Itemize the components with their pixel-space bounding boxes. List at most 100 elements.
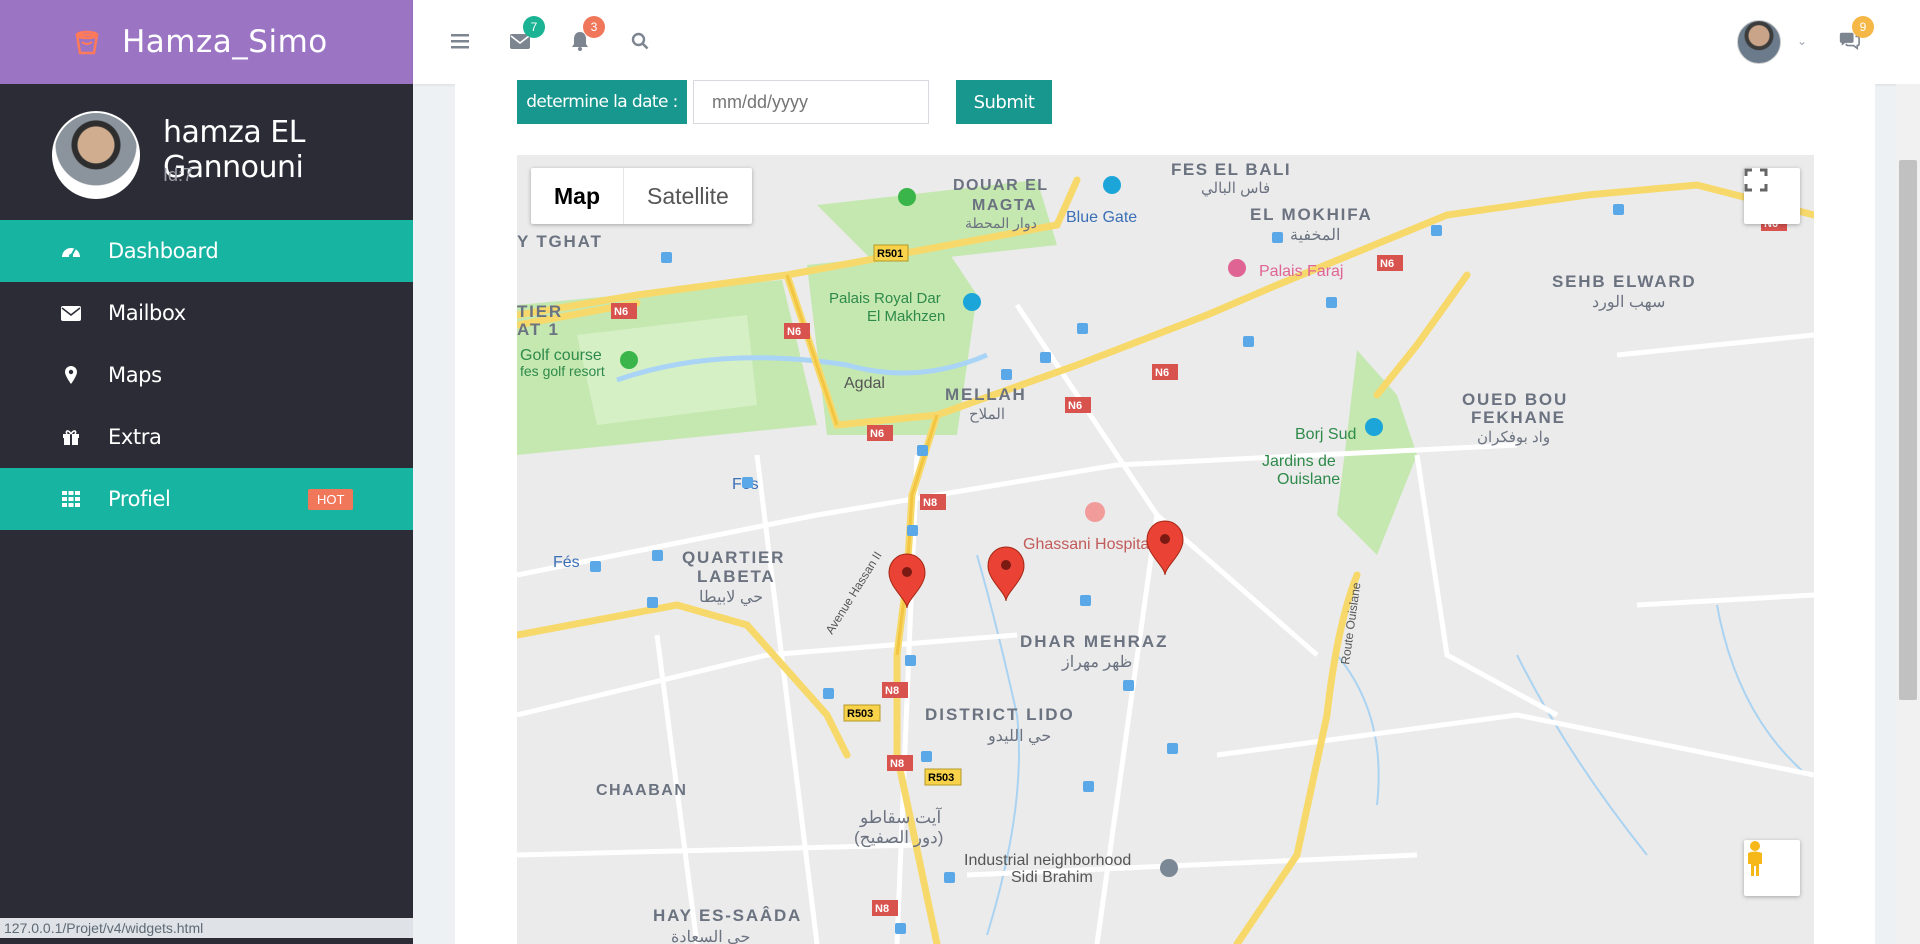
place-label: حي لابيطا	[699, 589, 763, 606]
place-label: واد بوفكران	[1477, 429, 1550, 446]
status-url: 127.0.0.1/Projet/v4/widgets.html	[0, 918, 413, 938]
place-label: fes golf resort	[520, 363, 605, 379]
road-label: N6	[787, 326, 801, 338]
user-avatar[interactable]	[1737, 20, 1781, 64]
place-label: فاس البالي	[1201, 180, 1270, 197]
place-label: QUARTIER	[682, 548, 785, 567]
place-label: آيت سقاطو	[859, 806, 942, 828]
road-label: N6	[1380, 258, 1394, 270]
hot-badge: HOT	[308, 489, 354, 510]
place-label: LABETA	[697, 567, 775, 586]
road-label: N6	[870, 428, 884, 440]
road-label: R503	[847, 708, 873, 720]
map-pin-icon	[60, 364, 82, 386]
road-label: N8	[875, 903, 889, 915]
place-label: (دور الصفيح)	[854, 828, 943, 848]
fullscreen-button[interactable]	[1744, 168, 1800, 224]
search-icon[interactable]	[629, 30, 651, 52]
place-label: DHAR MEHRAZ	[1020, 632, 1169, 651]
road-label: R501	[877, 248, 903, 260]
place-label: حي السعادة	[671, 929, 750, 944]
place-label: FEKHANE	[1471, 408, 1566, 427]
sidebar-item-dashboard[interactable]: Dashboard	[0, 220, 413, 282]
place-label: Agdal	[844, 375, 885, 392]
profile-name: hamza EL Gannouni	[163, 115, 305, 185]
sidebar-item-extra[interactable]: Extra	[0, 406, 413, 468]
place-label: Industrial neighborhood	[964, 852, 1131, 869]
place-label: DOUAR EL	[953, 177, 1049, 194]
road-label: N8	[890, 758, 904, 770]
place-label: Golf course	[520, 347, 602, 364]
place-label: دوار المحطة	[965, 215, 1037, 232]
map-type-map-button[interactable]: Map	[531, 168, 624, 224]
sidebar-item-maps[interactable]: Maps	[0, 344, 413, 406]
top-navbar: 7 3 ⌄ 9	[413, 0, 1920, 84]
mail-count-badge: 7	[523, 16, 545, 38]
road-label: N8	[923, 497, 937, 509]
sidebar-item-label: Maps	[108, 363, 162, 387]
place-label: HAY ES-SAÂDA	[653, 906, 802, 925]
place-label: EL MOKHIFA	[1250, 205, 1373, 224]
road-label: R503	[928, 772, 954, 784]
place-label: Fés	[553, 554, 580, 571]
dashboard-icon	[60, 240, 82, 262]
brand-bar: Hamza_Simo	[0, 0, 413, 84]
profile-id: Id:7	[163, 165, 194, 185]
map-view[interactable]: R501 N6 N6 N6 N6 N6 N6 N6 N8 N8 N8 N8 R5…	[517, 155, 1814, 944]
place-label: ظهر مهراز	[1061, 654, 1132, 671]
date-input[interactable]	[693, 80, 929, 124]
chevron-down-icon[interactable]: ⌄	[1797, 34, 1807, 48]
place-label: Y TGHAT	[517, 232, 603, 251]
place-label: حي الليدو	[987, 728, 1051, 745]
place-label: الملاح	[969, 406, 1005, 423]
grid-icon	[60, 488, 82, 510]
sidebar-item-label: Mailbox	[108, 301, 186, 325]
mail-button[interactable]: 7	[509, 16, 545, 52]
road-label: N6	[1155, 367, 1169, 379]
place-label: MAGTA	[972, 197, 1037, 214]
sidebar-item-profiel[interactable]: Profiel HOT	[0, 468, 413, 530]
map-type-satellite-button[interactable]: Satellite	[624, 168, 752, 224]
place-label: Borj Sud	[1295, 426, 1356, 443]
place-label: Palais Faraj	[1259, 263, 1343, 280]
place-label: المخفية	[1290, 227, 1340, 244]
map-canvas[interactable]: R501 N6 N6 N6 N6 N6 N6 N6 N8 N8 N8 N8 R5…	[517, 155, 1814, 944]
road-label: N6	[1068, 400, 1082, 412]
date-label: determine la date :	[517, 80, 687, 124]
chat-count-badge: 9	[1852, 16, 1874, 38]
place-label: El Makhzen	[867, 308, 945, 325]
sidebar-item-mailbox[interactable]: Mailbox	[0, 282, 413, 344]
sidebar-item-label: Extra	[108, 425, 162, 449]
place-label: سهب الورد	[1592, 294, 1665, 311]
scrollbar-thumb[interactable]	[1899, 160, 1917, 700]
place-label: Ghassani Hospital	[1023, 536, 1153, 553]
place-label: SEHB ELWARD	[1552, 272, 1696, 291]
place-label: Blue Gate	[1066, 209, 1137, 226]
envelope-icon	[60, 302, 82, 324]
place-label: FES EL BALI	[1171, 160, 1291, 179]
place-label: AT 1	[517, 320, 560, 339]
place-label: Palais Royal Dar	[829, 290, 941, 307]
place-label: Jardins de	[1262, 453, 1336, 470]
notification-count-badge: 3	[583, 16, 605, 38]
place-label: Ouislane	[1277, 471, 1340, 488]
chat-button[interactable]: 9	[1838, 16, 1874, 52]
place-label: MELLAH	[945, 385, 1027, 404]
street-view-button[interactable]	[1744, 840, 1800, 896]
road-label: N6	[614, 306, 628, 318]
hamburger-icon[interactable]	[449, 30, 471, 52]
map-type-control: Map Satellite	[531, 168, 752, 224]
sidebar-item-label: Dashboard	[108, 239, 219, 263]
place-label: Sidi Brahim	[1011, 869, 1093, 886]
gift-icon	[60, 426, 82, 448]
notification-button[interactable]: 3	[569, 16, 605, 52]
user-profile: hamza EL Gannouni Id:7	[0, 84, 413, 220]
sidebar: hamza EL Gannouni Id:7 Dashboard Mailbox…	[0, 84, 413, 944]
bucket-icon	[72, 27, 102, 57]
place-label: TIER	[517, 302, 563, 321]
road-label: N8	[885, 685, 899, 697]
profile-avatar	[52, 111, 140, 199]
submit-button[interactable]: Submit	[956, 80, 1052, 124]
brand-title[interactable]: Hamza_Simo	[122, 24, 328, 60]
place-label: CHAABAN	[596, 782, 687, 799]
